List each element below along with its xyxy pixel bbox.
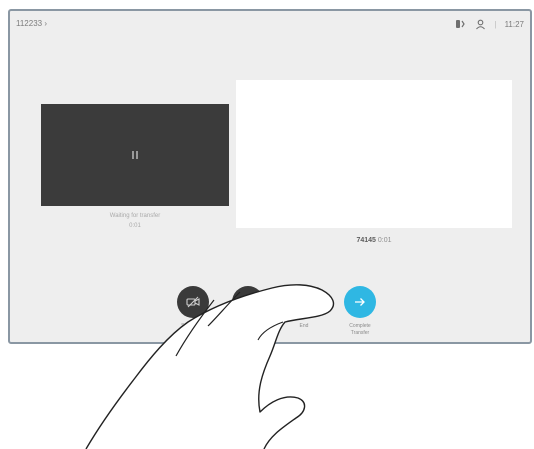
complete-transfer-button[interactable] — [344, 286, 376, 318]
divider: | — [494, 19, 497, 29]
arrow-right-icon — [355, 298, 365, 306]
complete-transfer-label-line1: Complete — [349, 323, 371, 329]
caller-id[interactable]: 112233 › — [16, 19, 47, 28]
waiting-duration: 0:01 — [129, 223, 141, 229]
pause-icon — [132, 151, 138, 159]
status-bar: | 11:27 — [455, 17, 524, 31]
video-off-icon — [186, 296, 200, 308]
person-icon[interactable] — [475, 19, 486, 30]
active-call-tile[interactable] — [236, 80, 512, 228]
waiting-status: Waiting for transfer — [109, 213, 161, 219]
complete-transfer-label-line2: Transfer — [350, 330, 370, 336]
stop-video-label: Stop video — [181, 323, 205, 329]
complete-transfer-label: Complete Transfer — [330, 323, 390, 337]
mic-icon[interactable] — [455, 19, 467, 29]
x-icon — [300, 298, 308, 306]
pause-icon — [245, 299, 251, 305]
stop-video-button[interactable] — [177, 286, 209, 318]
hold-button[interactable] — [232, 286, 264, 318]
hold-label: Hold — [242, 323, 254, 329]
active-call-caption: 74145 0:01 — [236, 237, 512, 244]
touch-panel-screen: 112233 › | 11:27 Waiting for transfer 0:… — [8, 9, 532, 344]
active-duration: 0:01 — [377, 237, 392, 244]
clock: 11:27 — [504, 19, 524, 29]
active-number: 74145 — [356, 237, 376, 244]
end-call-label: End — [299, 323, 309, 329]
end-call-button[interactable] — [288, 286, 320, 318]
waiting-call-tile[interactable] — [41, 104, 229, 206]
